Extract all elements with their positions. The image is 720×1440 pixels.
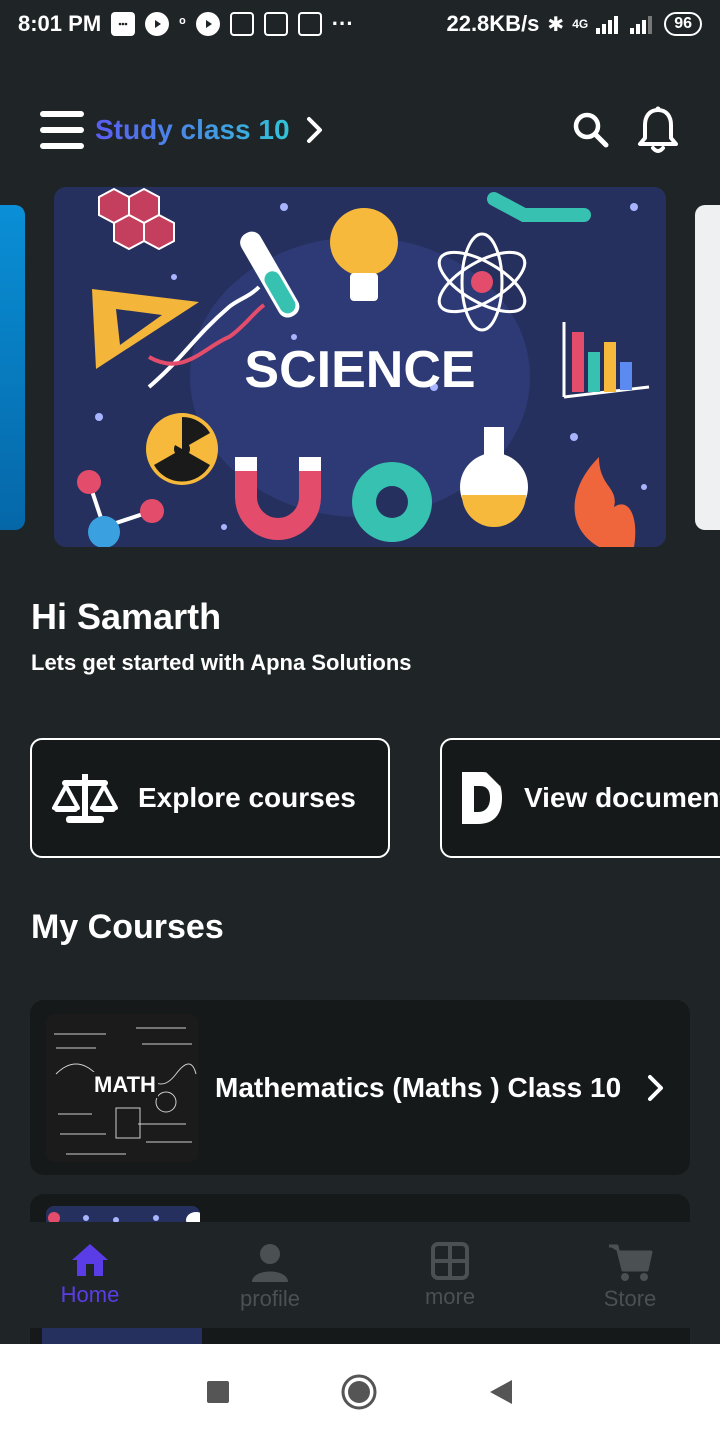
explore-courses-label: Explore courses bbox=[138, 782, 356, 813]
nav-home-label: Home bbox=[60, 1282, 120, 1307]
status-bar: 8:01 PM ᵒ ··· 22.8KB/s ✱ 4G 96 bbox=[0, 0, 720, 48]
nav-more[interactable]: more bbox=[360, 1222, 540, 1328]
carousel-prev-slide[interactable] bbox=[0, 205, 25, 530]
profile-icon bbox=[252, 1244, 288, 1282]
recents-button[interactable] bbox=[206, 1380, 230, 1404]
banner-title: SCIENCE bbox=[244, 341, 475, 399]
status-time: 8:01 PM bbox=[18, 11, 102, 36]
class-selector-title[interactable]: Study class 10 bbox=[95, 114, 290, 146]
app-header: Study class 10 bbox=[40, 104, 680, 156]
course-card[interactable]: MATH Mathematics (Maths ) Class 10 bbox=[30, 1000, 690, 1175]
nav-profile-label: profile bbox=[240, 1286, 300, 1311]
scrolled-content-peek bbox=[30, 1328, 690, 1344]
signal-icon bbox=[596, 16, 619, 34]
course-thumbnail-label: MATH bbox=[92, 1071, 158, 1098]
signal-icon-2 bbox=[630, 16, 653, 34]
app-notification-icon-3 bbox=[263, 12, 288, 36]
play-icon bbox=[145, 12, 170, 36]
course-name: Mathematics (Maths ) Class 10 bbox=[215, 1071, 622, 1103]
science-banner[interactable]: SCIENCE bbox=[54, 187, 666, 547]
app-notification-icon: ᵒ bbox=[179, 15, 186, 32]
explore-courses-button[interactable]: Explore courses bbox=[30, 738, 390, 858]
nav-more-label: more bbox=[424, 1284, 476, 1309]
bottom-navigation: Home profile more Store bbox=[0, 1222, 720, 1328]
cart-icon bbox=[609, 1244, 653, 1281]
nav-store-label: Store bbox=[603, 1286, 657, 1311]
home-icon bbox=[72, 1244, 108, 1276]
play-icon-2 bbox=[195, 12, 220, 36]
signal-label: 4G bbox=[572, 17, 589, 31]
search-icon[interactable] bbox=[572, 111, 610, 149]
view-documents-button[interactable]: View documents bbox=[440, 738, 720, 858]
app-notification-icon-2 bbox=[229, 12, 254, 36]
home-button[interactable] bbox=[340, 1373, 378, 1411]
course-thumbnail: MATH bbox=[46, 1013, 198, 1162]
bell-icon[interactable] bbox=[636, 105, 680, 155]
message-icon bbox=[111, 12, 136, 36]
greeting-subtitle: Lets get started with Apna Solutions bbox=[31, 650, 412, 675]
nav-store[interactable]: Store bbox=[540, 1222, 720, 1328]
grid-icon bbox=[431, 1242, 469, 1280]
chevron-right-icon[interactable] bbox=[304, 115, 326, 145]
nav-home[interactable]: Home bbox=[0, 1222, 180, 1328]
greeting-title: Hi Samarth bbox=[31, 596, 222, 637]
square-icon bbox=[207, 1381, 229, 1403]
system-navigation-bar bbox=[0, 1344, 720, 1440]
back-button[interactable] bbox=[488, 1378, 514, 1406]
chevron-right-icon bbox=[648, 1074, 664, 1101]
net-speed: 22.8KB/s bbox=[446, 11, 540, 36]
balance-scale-icon bbox=[52, 774, 118, 823]
my-courses-title: My Courses bbox=[31, 908, 224, 946]
bluetooth-icon: ✱ bbox=[547, 13, 565, 36]
carousel-next-slide[interactable] bbox=[695, 205, 720, 530]
nav-profile[interactable]: profile bbox=[180, 1222, 360, 1328]
battery-indicator: 96 bbox=[664, 12, 702, 36]
menu-icon[interactable] bbox=[40, 111, 84, 149]
triangle-back-icon bbox=[490, 1380, 512, 1404]
circle-icon bbox=[341, 1374, 377, 1410]
more-notifications-icon: ··· bbox=[331, 11, 354, 36]
document-icon bbox=[462, 772, 502, 824]
view-documents-label: View documents bbox=[524, 782, 720, 813]
app-notification-icon-4 bbox=[297, 12, 322, 36]
